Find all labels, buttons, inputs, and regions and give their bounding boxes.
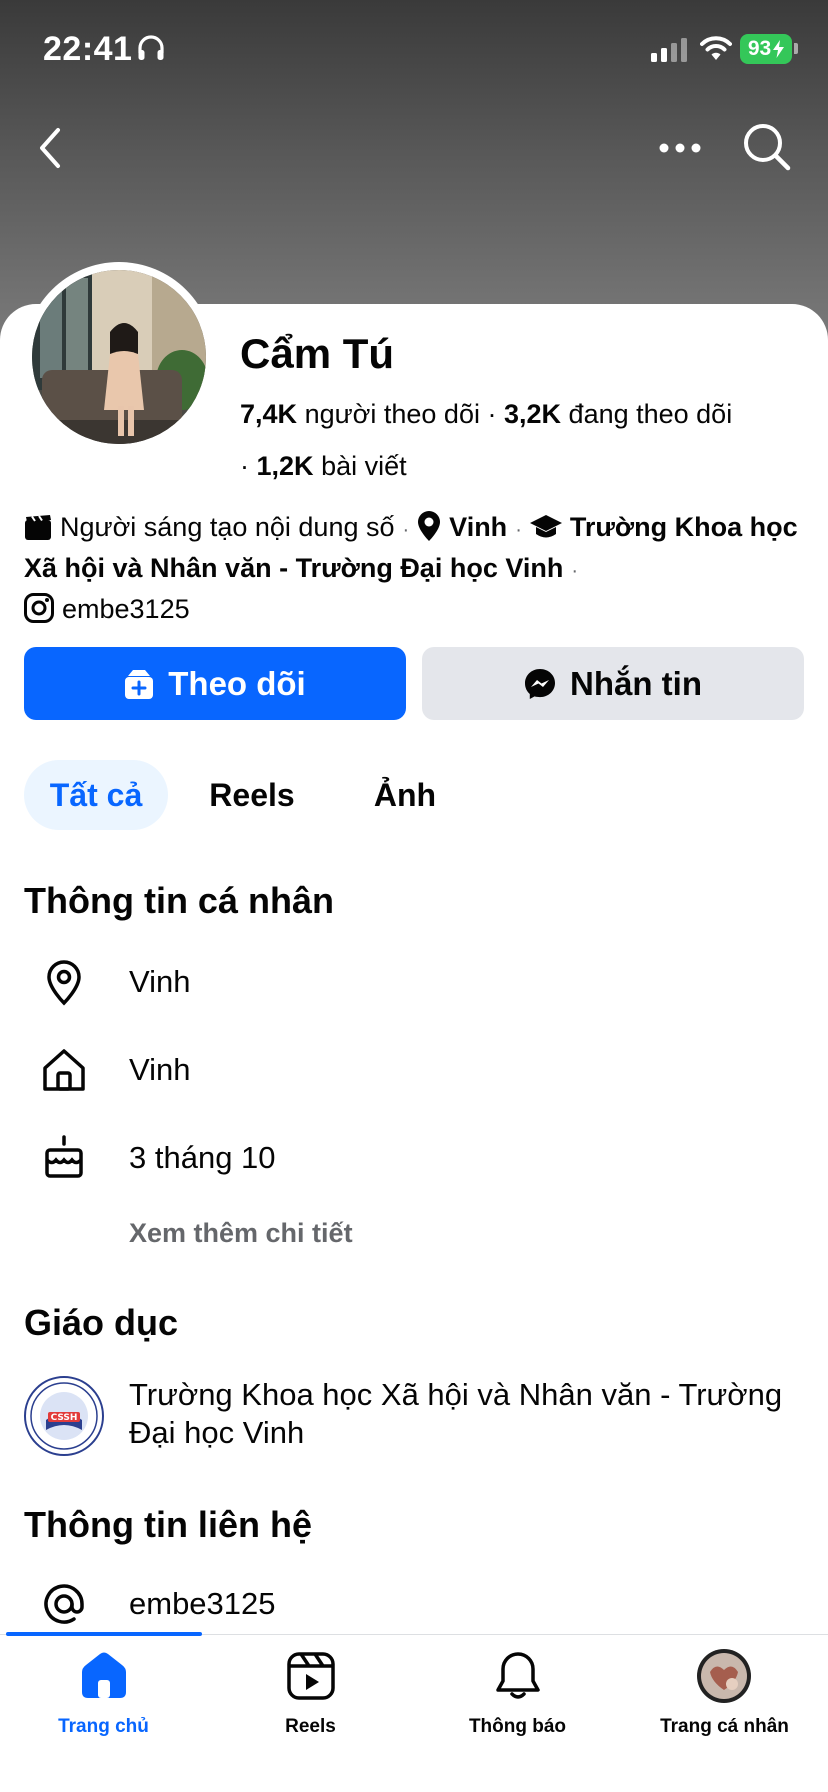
school-logo[interactable]: CSSH	[24, 1376, 104, 1456]
separator-dot: ·	[515, 519, 522, 541]
profile-intro: Người sáng tạo nội dung số · Vinh · Trường…	[24, 508, 814, 628]
birthday-cake-icon	[45, 1135, 83, 1178]
personal-info-title: Thông tin cá nhân	[24, 880, 334, 921]
tab-photos[interactable]: Ảnh	[350, 760, 460, 830]
follow-button[interactable]: Theo dõi	[24, 647, 406, 720]
education-title: Giáo dục	[24, 1302, 179, 1343]
status-time: 22:41	[43, 30, 133, 68]
bottom-tab-profile-label: Trang cá nhân	[660, 1716, 789, 1737]
profile-stats: 7,4K người theo dõi · 3,2K đang theo dõi…	[240, 388, 800, 492]
intro-category: Người sáng tạo nội dung số	[60, 512, 395, 542]
see-more-details-link[interactable]: Xem thêm chi tiết	[129, 1218, 353, 1249]
graduation-cap-icon	[529, 515, 562, 538]
info-row-contact-handle[interactable]: embe3125	[0, 1574, 828, 1634]
followers-count[interactable]: 7,4K	[240, 399, 297, 429]
location-pin-icon	[418, 511, 441, 541]
clapperboard-icon	[25, 515, 51, 540]
bell-icon	[496, 1652, 540, 1699]
bottom-tab-notifications[interactable]: Thông báo	[414, 1650, 621, 1750]
info-row-current-city[interactable]: Vinh	[0, 952, 828, 1012]
following-count[interactable]: 3,2K	[504, 399, 561, 429]
contact-handle-text: embe3125	[129, 1586, 276, 1621]
stats-separator: ·	[487, 399, 504, 429]
separator-dot: ·	[402, 519, 410, 541]
charging-bolt-icon	[773, 40, 785, 58]
stats-separator: ·	[240, 451, 257, 481]
follow-icon	[125, 669, 154, 699]
birthday-text: 3 tháng 10	[129, 1140, 276, 1175]
school-logo-text: CSSH	[51, 1413, 78, 1423]
bottom-tab-reels[interactable]: Reels	[207, 1650, 414, 1750]
education-school-text[interactable]: Trường Khoa học Xã hội và Nhân văn - Trư…	[129, 1376, 789, 1452]
more-horizontal-icon[interactable]	[656, 130, 704, 166]
separator-dot: ·	[571, 560, 579, 582]
posts-label: bài viết	[321, 451, 407, 481]
search-icon[interactable]	[742, 122, 792, 172]
intro-instagram[interactable]: embe3125	[62, 594, 190, 624]
at-sign-icon	[44, 1584, 84, 1624]
status-bar: 22:41 93	[0, 0, 828, 100]
tab-reels[interactable]: Reels	[192, 760, 312, 830]
followers-label[interactable]: người theo dõi	[305, 399, 480, 429]
wifi-icon	[700, 36, 732, 60]
bottom-tab-home-label: Trang chủ	[58, 1716, 149, 1737]
message-button[interactable]: Nhắn tin	[422, 647, 804, 720]
hometown-text: Vinh	[129, 1052, 191, 1087]
intro-location[interactable]: Vinh	[449, 512, 507, 542]
battery-level: 93	[747, 37, 772, 60]
contact-info-title: Thông tin liên hệ	[24, 1504, 312, 1545]
bottom-tab-notifications-label: Thông báo	[468, 1716, 567, 1737]
headphone-icon	[138, 35, 164, 60]
info-row-birthday[interactable]: 3 tháng 10	[0, 1128, 828, 1188]
posts-count: 1,2K	[256, 451, 314, 481]
bottom-tab-reels-label: Reels	[285, 1716, 336, 1737]
bottom-tab-profile[interactable]: Trang cá nhân	[621, 1649, 828, 1750]
info-row-hometown[interactable]: Vinh	[0, 1040, 828, 1100]
message-button-label: Nhắn tin	[570, 664, 702, 702]
following-label[interactable]: đang theo dõi	[569, 399, 733, 429]
home-outline-icon	[43, 1049, 85, 1091]
active-tab-indicator	[6, 1632, 202, 1636]
location-pin-outline-icon	[47, 960, 81, 1006]
signal-icon	[651, 38, 687, 62]
profile-avatar-icon	[697, 1649, 751, 1703]
tab-all[interactable]: Tất cả	[24, 760, 168, 830]
current-city-text: Vinh	[129, 964, 191, 999]
battery-indicator: 93	[740, 34, 792, 64]
chevron-left-icon[interactable]	[30, 124, 70, 172]
bottom-tab-home[interactable]: Trang chủ	[0, 1650, 207, 1750]
home-icon	[82, 1652, 126, 1698]
profile-name: Cẩm Tú	[240, 330, 395, 377]
battery-cap	[794, 43, 798, 54]
profile-avatar[interactable]	[32, 270, 206, 444]
reels-icon	[287, 1652, 335, 1700]
follow-button-label: Theo dõi	[168, 664, 306, 702]
messenger-icon	[525, 668, 555, 699]
instagram-icon	[24, 593, 54, 623]
